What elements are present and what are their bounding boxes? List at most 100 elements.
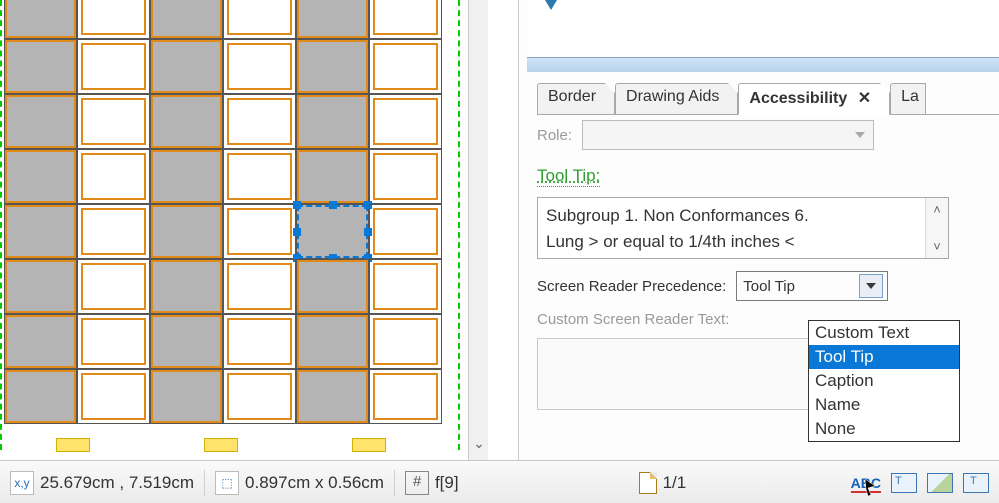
table-cell[interactable] [77,369,150,424]
dropdown-option-selected[interactable]: Tool Tip [809,345,959,369]
table-cell[interactable] [223,314,296,369]
tooltip-textarea[interactable]: Subgroup 1. Non Conformances 6. Lung > o… [537,197,949,259]
table-cell[interactable] [296,314,369,369]
dropdown-option[interactable]: Caption [809,369,959,393]
canvas-scrollbar[interactable]: ⌄ [468,0,490,460]
tab-layout[interactable]: La [890,83,926,114]
table-cell[interactable] [4,314,77,369]
tab-border[interactable]: Border [537,83,615,114]
table-cell[interactable] [4,369,77,424]
object-size-icon: ⬚ [215,471,239,495]
field-ref-icon: # [405,471,429,495]
table-cell[interactable] [223,369,296,424]
panel-marker-icon [545,0,557,10]
status-bar: x,y 25.679cm , 7.519cm ⬚ 0.897cm x 0.56c… [0,460,999,503]
form-table [4,0,442,424]
resize-handle[interactable] [293,228,301,236]
chevron-down-icon[interactable] [859,274,883,298]
table-cell[interactable] [223,94,296,149]
dropdown-option[interactable]: Custom Text [809,321,959,345]
page-guide-left [0,0,2,450]
table-cell[interactable] [77,259,150,314]
table-cell[interactable] [150,259,223,314]
table-cell[interactable] [150,0,223,39]
table-cell[interactable] [150,94,223,149]
table-cell[interactable] [223,0,296,39]
table-cell[interactable] [150,149,223,204]
panel-tabs: Border Drawing Aids Accessibility ✕ La [537,84,999,115]
status-page: 1/1 [663,473,687,493]
table-cell[interactable] [4,94,77,149]
scroll-up-icon[interactable]: ˄ [926,198,948,221]
table-cell[interactable] [150,39,223,94]
text-field-tool-icon[interactable]: T [891,473,917,493]
precedence-label: Screen Reader Precedence: [537,278,726,295]
table-cell[interactable] [223,204,296,259]
table-cell[interactable] [296,39,369,94]
dropdown-option[interactable]: Name [809,393,959,417]
custom-text-textarea [537,338,809,410]
tab-drawing-aids[interactable]: Drawing Aids [615,83,738,114]
precedence-dropdown[interactable]: Tool Tip [736,271,888,301]
anchor-tool-icon[interactable]: T [963,473,989,493]
table-cell[interactable] [296,94,369,149]
precedence-dropdown-list[interactable]: Custom Text Tool Tip Caption Name None [808,320,960,442]
table-cell[interactable] [296,369,369,424]
table-cell[interactable] [369,0,442,39]
dropdown-option[interactable]: None [809,417,959,441]
table-cell[interactable] [77,0,150,39]
tab-label: La [901,88,919,105]
table-cell[interactable] [369,204,442,259]
binding-marker[interactable] [56,438,90,452]
custom-text-label: Custom Screen Reader Text: [537,311,729,328]
table-cell[interactable] [369,39,442,94]
table-cell[interactable] [223,39,296,94]
image-tool-icon[interactable] [927,473,953,493]
table-cell[interactable] [223,259,296,314]
table-cell[interactable] [150,204,223,259]
table-cell[interactable] [4,259,77,314]
form-design-canvas[interactable] [0,0,468,460]
resize-handle[interactable] [329,201,337,209]
table-cell[interactable] [296,149,369,204]
table-cell[interactable] [77,314,150,369]
binding-marker[interactable] [352,438,386,452]
table-cell[interactable] [369,314,442,369]
table-cell[interactable] [369,369,442,424]
tab-label: Accessibility [749,90,847,107]
status-coords: 25.679cm , 7.519cm [40,473,194,493]
tooltip-text-line: Lung > or equal to 1/4th inches < [546,229,917,255]
scroll-down-icon[interactable]: ˅ [926,235,948,258]
resize-handle[interactable] [293,201,301,209]
status-size: 0.897cm x 0.56cm [245,473,384,493]
page-guide-right [458,0,460,450]
spellcheck-icon[interactable]: ABC [851,473,881,493]
table-cell[interactable] [77,94,150,149]
table-cell[interactable] [369,149,442,204]
table-cell[interactable] [150,314,223,369]
table-cell[interactable] [223,149,296,204]
table-cell[interactable] [4,39,77,94]
binding-marker[interactable] [204,438,238,452]
tab-label: Border [548,88,596,105]
table-cell[interactable] [4,0,77,39]
status-field: f[9] [435,473,459,493]
tooltip-text-line: Subgroup 1. Non Conformances 6. [546,203,917,229]
tooltip-label-link[interactable]: Tool Tip: [537,166,600,187]
table-cell[interactable] [369,94,442,149]
table-cell[interactable] [369,259,442,314]
table-cell[interactable] [4,204,77,259]
table-cell[interactable] [77,204,150,259]
textarea-scrollbar[interactable]: ˄ ˅ [925,198,948,258]
scroll-down-icon[interactable]: ⌄ [469,435,489,452]
table-cell[interactable] [150,369,223,424]
table-cell[interactable] [77,149,150,204]
table-cell[interactable] [296,0,369,39]
precedence-value: Tool Tip [743,278,795,295]
tab-accessibility[interactable]: Accessibility ✕ [738,83,890,115]
table-cell[interactable] [296,259,369,314]
table-cell[interactable] [4,149,77,204]
table-cell-selected[interactable] [296,204,369,259]
table-cell[interactable] [77,39,150,94]
close-icon[interactable]: ✕ [858,90,871,107]
